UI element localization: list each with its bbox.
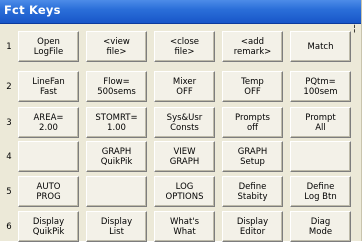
fct-key-r1-c5[interactable]: Match bbox=[290, 31, 351, 62]
row-number-6: 6 bbox=[6, 222, 12, 232]
fct-key-r6-c4[interactable]: Display Editor bbox=[222, 211, 283, 242]
fct-key-r2-c4[interactable]: Temp OFF bbox=[222, 71, 283, 102]
fct-key-r1-c2[interactable]: <view file> bbox=[86, 31, 147, 62]
fct-key-r3-c5[interactable]: Prompt All bbox=[290, 107, 351, 138]
fct-key-r5-c4[interactable]: Define Stabity bbox=[222, 176, 283, 207]
row-number-2: 2 bbox=[6, 82, 12, 92]
fct-key-r3-c3[interactable]: Sys&Usr Consts bbox=[154, 107, 215, 138]
fct-key-r2-c5[interactable]: PQtm= 100sem bbox=[290, 71, 351, 102]
fct-key-r6-c3[interactable]: What's What bbox=[154, 211, 215, 242]
fct-key-r4-c3[interactable]: VIEW GRAPH bbox=[154, 141, 215, 172]
fct-keys-window: Fct Keys ¦ 1 Open LogFile <view file> <clos… bbox=[0, 0, 362, 242]
edge-glyph: ¦ bbox=[353, 24, 357, 34]
fct-key-r1-c1[interactable]: Open LogFile bbox=[18, 31, 79, 62]
fct-key-r2-c1[interactable]: LineFan Fast bbox=[18, 71, 79, 102]
fct-key-r3-c4[interactable]: Prompts off bbox=[222, 107, 283, 138]
title-bar[interactable]: Fct Keys bbox=[0, 0, 361, 24]
fct-key-r3-c2[interactable]: STOMRT= 1.00 bbox=[86, 107, 147, 138]
fct-key-r3-c1[interactable]: AREA= 2.00 bbox=[18, 107, 79, 138]
fct-key-r2-c2[interactable]: Flow= 500sems bbox=[86, 71, 147, 102]
fct-key-r5-c3[interactable]: LOG OPTIONS bbox=[154, 176, 215, 207]
row-number-3: 3 bbox=[6, 118, 12, 128]
fct-key-r4-c1[interactable] bbox=[18, 141, 79, 172]
fct-key-r6-c5[interactable]: Diag Mode bbox=[290, 211, 351, 242]
window-title: Fct Keys bbox=[4, 3, 61, 17]
fct-key-r6-c1[interactable]: Display QuikPik bbox=[18, 211, 79, 242]
fct-key-r1-c3[interactable]: <close file> bbox=[154, 31, 215, 62]
fct-key-r4-c5[interactable] bbox=[290, 141, 351, 172]
fct-key-r4-c2[interactable]: GRAPH QuikPik bbox=[86, 141, 147, 172]
fct-key-r5-c5[interactable]: Define Log Btn bbox=[290, 176, 351, 207]
fct-key-r2-c3[interactable]: Mixer OFF bbox=[154, 71, 215, 102]
fct-key-r4-c4[interactable]: GRAPH Setup bbox=[222, 141, 283, 172]
fct-key-r1-c4[interactable]: <add remark> bbox=[222, 31, 283, 62]
row-number-5: 5 bbox=[6, 187, 12, 197]
row-number-4: 4 bbox=[6, 152, 12, 162]
row-number-1: 1 bbox=[6, 42, 12, 52]
fct-key-r5-c2[interactable] bbox=[86, 176, 147, 207]
fct-key-r6-c2[interactable]: Display List bbox=[86, 211, 147, 242]
fct-key-r5-c1[interactable]: AUTO PROG bbox=[18, 176, 79, 207]
